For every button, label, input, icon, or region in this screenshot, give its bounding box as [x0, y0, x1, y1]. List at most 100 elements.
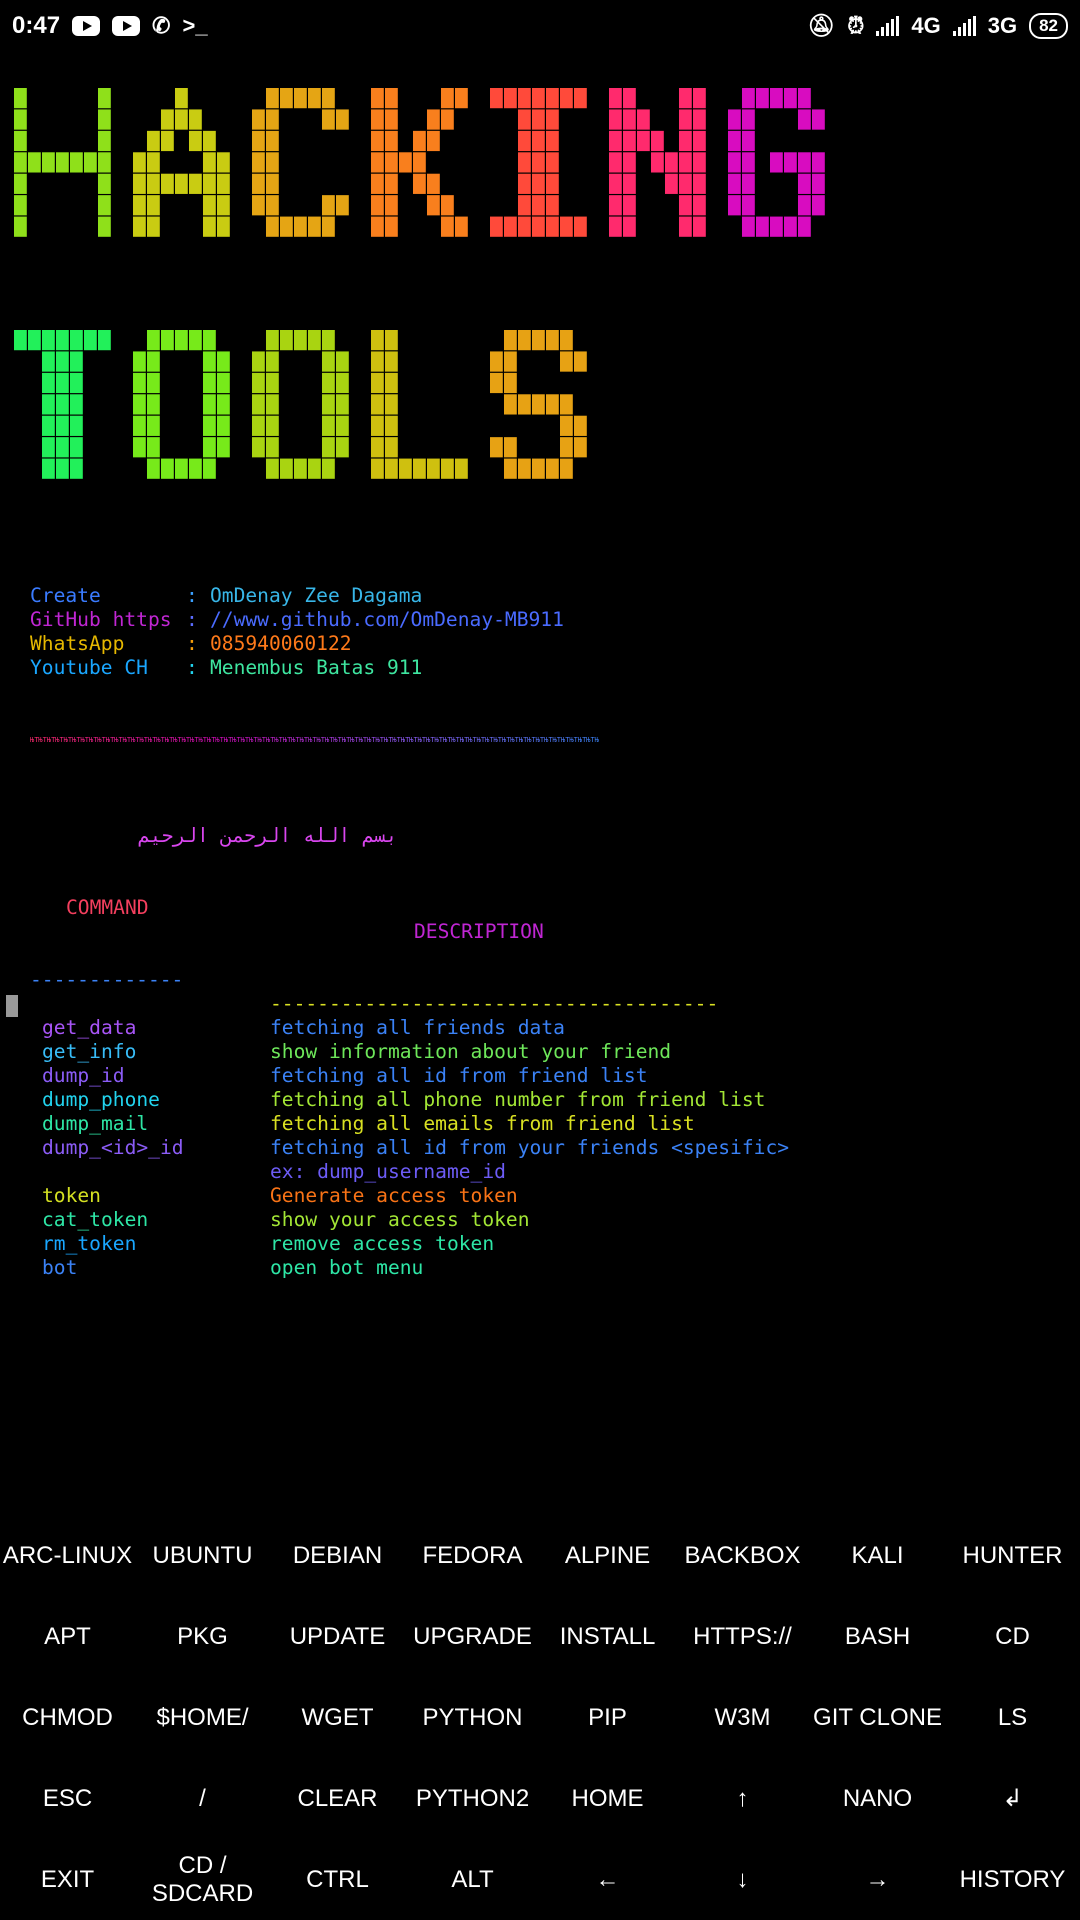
hacking-letter-n: [609, 88, 706, 237]
command-description: ex: dump_username_id: [270, 1160, 506, 1183]
extra-key[interactable]: DEBIAN: [270, 1515, 405, 1596]
basmala-line: بسم الله الرحمن الرحيم: [30, 800, 599, 847]
status-bar: 0:47 ✆ >_ 🔕︎ ⏰︎ 4G 3G 82: [0, 0, 1080, 52]
info-row: Youtube CH: Menembus Batas 911: [30, 656, 599, 680]
terminal-output: Create: OmDenay Zee Dagama GitHub https: //…: [30, 536, 789, 1304]
info-value: Menembus Batas 911: [210, 656, 423, 679]
hacking-letter-k: [371, 88, 468, 237]
command-row: rm_token remove access token: [30, 1232, 599, 1256]
banner-hacking: [14, 88, 914, 238]
hacking-letter-c: [252, 88, 349, 237]
extra-key[interactable]: ←: [540, 1839, 675, 1920]
extra-key[interactable]: INSTALL: [540, 1596, 675, 1677]
command-description: fetching all phone number from friend li…: [270, 1088, 766, 1111]
extra-key[interactable]: ALPINE: [540, 1515, 675, 1596]
info-label: GitHub https: [30, 608, 172, 631]
extra-key[interactable]: ↓: [675, 1839, 810, 1920]
clock: 0:47: [12, 12, 61, 39]
extra-key[interactable]: ↲: [945, 1758, 1080, 1839]
extra-key[interactable]: ALT: [405, 1839, 540, 1920]
extra-key[interactable]: CD / SDCARD: [135, 1839, 270, 1920]
extra-key[interactable]: KALI: [810, 1515, 945, 1596]
extra-key[interactable]: CLEAR: [270, 1758, 405, 1839]
info-separator: :: [186, 656, 198, 679]
extra-key[interactable]: NANO: [810, 1758, 945, 1839]
extra-key[interactable]: CD: [945, 1596, 1080, 1677]
extra-key[interactable]: W3M: [675, 1677, 810, 1758]
extra-key[interactable]: HOME: [540, 1758, 675, 1839]
info-row: WhatsApp:085940060122: [30, 632, 599, 656]
extra-key[interactable]: /: [135, 1758, 270, 1839]
extra-key[interactable]: CTRL: [270, 1839, 405, 1920]
command-description: open bot menu: [270, 1256, 424, 1279]
command-name: dump_mail: [42, 1112, 149, 1135]
command-row: dump_id fetching all id from friend list: [30, 1064, 648, 1088]
command-row: get_data fetching all friends data: [30, 1016, 599, 1040]
extra-key[interactable]: PIP: [540, 1677, 675, 1758]
extra-key[interactable]: APT: [0, 1596, 135, 1677]
info-value: 085940060122: [210, 632, 352, 655]
extra-keys-bar: ARC-LINUX UBUNTU DEBIAN FEDORA ALPINE BACKBOX…: [0, 1515, 1080, 1920]
banner-tools-art: [14, 330, 587, 479]
extra-key[interactable]: HTTPS://: [675, 1596, 810, 1677]
extra-key[interactable]: HUNTER: [945, 1515, 1080, 1596]
extra-key[interactable]: UPDATE: [270, 1596, 405, 1677]
hacking-letter-i: [490, 88, 587, 237]
extra-key[interactable]: PYTHON: [405, 1677, 540, 1758]
command-row: ex: dump_username_id: [30, 1160, 599, 1184]
command-header: COMMAND: [66, 896, 149, 919]
header-underline: ------------- --------------------------…: [30, 944, 718, 1015]
command-underline: -------------: [30, 968, 184, 991]
command-row: cat_token show your access token: [30, 1208, 599, 1232]
info-separator: :: [186, 584, 198, 607]
hacking-letter-g: [728, 88, 825, 237]
info-value: OmDenay Zee Dagama: [210, 584, 423, 607]
extra-key[interactable]: HISTORY: [945, 1839, 1080, 1920]
extra-key[interactable]: $HOME/: [135, 1677, 270, 1758]
extra-key[interactable]: EXIT: [0, 1839, 135, 1920]
extra-key[interactable]: ↑: [675, 1758, 810, 1839]
command-row: get_info show information about your frie…: [30, 1040, 671, 1064]
tools-letter-o: [252, 330, 349, 479]
command-row: dump_phone fetching all phone number from…: [30, 1088, 765, 1112]
extra-key[interactable]: BACKBOX: [675, 1515, 810, 1596]
command-name: token: [42, 1184, 101, 1207]
command-name: cat_token: [42, 1208, 149, 1231]
divider-line: ЊТЊТЊТЊТЊТЊТЊТЊТЊТЊТЊТЊТЊТЊТЊТЊТЊТЊТЊТЊТ…: [30, 736, 599, 744]
command-name: rm_token: [42, 1232, 137, 1255]
basmala-text: بسم الله الرحمن الرحيم: [138, 824, 398, 847]
network-type-3g: 3G: [987, 13, 1018, 38]
info-label: Create: [30, 584, 101, 607]
tools-letter-o: [133, 330, 230, 479]
extra-key[interactable]: GIT CLONE: [810, 1677, 945, 1758]
alarm-icon: ⏰︎: [847, 13, 865, 38]
terminal-icon: >_: [182, 13, 208, 38]
extra-key[interactable]: FEDORA: [405, 1515, 540, 1596]
command-description: remove access token: [270, 1232, 495, 1255]
command-row: bot open bot menu: [30, 1256, 599, 1280]
youtube-icon: [112, 16, 141, 36]
terminal-cursor[interactable]: [6, 995, 18, 1017]
extra-key[interactable]: PYTHON2: [405, 1758, 540, 1839]
info-row: GitHub https: //www.github.com/OmDenay-MB…: [30, 608, 599, 632]
mute-icon: 🔕︎: [807, 13, 836, 38]
extra-key[interactable]: ESC: [0, 1758, 135, 1839]
extra-key[interactable]: WGET: [270, 1677, 405, 1758]
banner-hacking-art: [14, 88, 825, 237]
command-description: fetching all id from friend list: [270, 1064, 648, 1087]
info-row: Create: OmDenay Zee Dagama: [30, 584, 599, 608]
extra-key[interactable]: LS: [945, 1677, 1080, 1758]
extra-key[interactable]: →: [810, 1839, 945, 1920]
info-value: //www.github.com/OmDenay-MB911: [210, 608, 564, 631]
tools-letter-t: [14, 330, 111, 479]
extra-key[interactable]: UPGRADE: [405, 1596, 540, 1677]
extra-key[interactable]: CHMOD: [0, 1677, 135, 1758]
extra-key[interactable]: PKG: [135, 1596, 270, 1677]
extra-key[interactable]: ARC-LINUX: [0, 1515, 135, 1596]
signal-icon: [952, 16, 976, 36]
banner-tools: [14, 330, 914, 480]
extra-key[interactable]: BASH: [810, 1596, 945, 1677]
extra-key[interactable]: UBUNTU: [135, 1515, 270, 1596]
hacking-letter-a: [133, 88, 230, 237]
wifi-call-icon: ✆: [152, 13, 171, 38]
